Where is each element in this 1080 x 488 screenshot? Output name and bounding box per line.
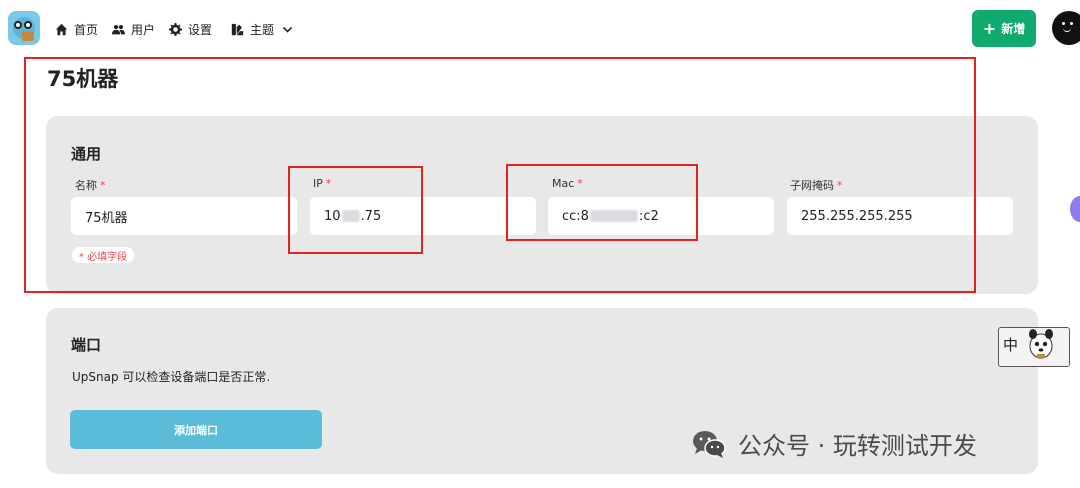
chevron-down-icon: [282, 26, 293, 33]
watermark-text: 公众号 · 玩转测试开发: [738, 432, 977, 460]
add-device-label: 新增: [1001, 22, 1026, 36]
ports-description: UpSnap 可以检查设备端口是否正常.: [72, 370, 271, 384]
annotation-box-ip: [288, 166, 423, 254]
add-device-button[interactable]: + 新增: [972, 10, 1036, 47]
nav-settings-label: 设置: [188, 22, 213, 37]
top-navbar: 首页 用户 设置 主题 + 新增: [0, 0, 1080, 58]
annotation-box-mac: [506, 164, 698, 241]
palette-icon: [231, 23, 244, 35]
nav-settings[interactable]: 设置: [169, 19, 212, 39]
ports-section-title: 端口: [71, 336, 102, 354]
annotation-box-general: [24, 57, 976, 293]
app-logo-icon[interactable]: [8, 11, 40, 45]
panda-dog-icon: [1029, 329, 1053, 359]
ime-mode-label: 中: [1003, 336, 1019, 354]
avatar[interactable]: [1052, 11, 1080, 45]
gear-icon: [169, 22, 182, 36]
plus-icon: +: [982, 19, 997, 38]
users-icon: [112, 24, 125, 34]
nav-theme-dropdown[interactable]: 主题: [231, 19, 294, 39]
floating-helper-icon[interactable]: [1070, 196, 1080, 222]
wechat-icon: [693, 430, 726, 458]
ime-indicator[interactable]: 中: [998, 327, 1070, 367]
wechat-watermark: 公众号 · 玩转测试开发: [692, 426, 977, 461]
nav-home-label: 首页: [74, 22, 99, 37]
nav-users[interactable]: 用户: [112, 19, 155, 39]
add-port-button[interactable]: 添加端口: [70, 410, 322, 449]
nav-theme-label: 主题: [250, 22, 275, 37]
nav-users-label: 用户: [131, 22, 156, 37]
nav-home[interactable]: 首页: [55, 19, 98, 39]
home-icon: [55, 23, 68, 35]
